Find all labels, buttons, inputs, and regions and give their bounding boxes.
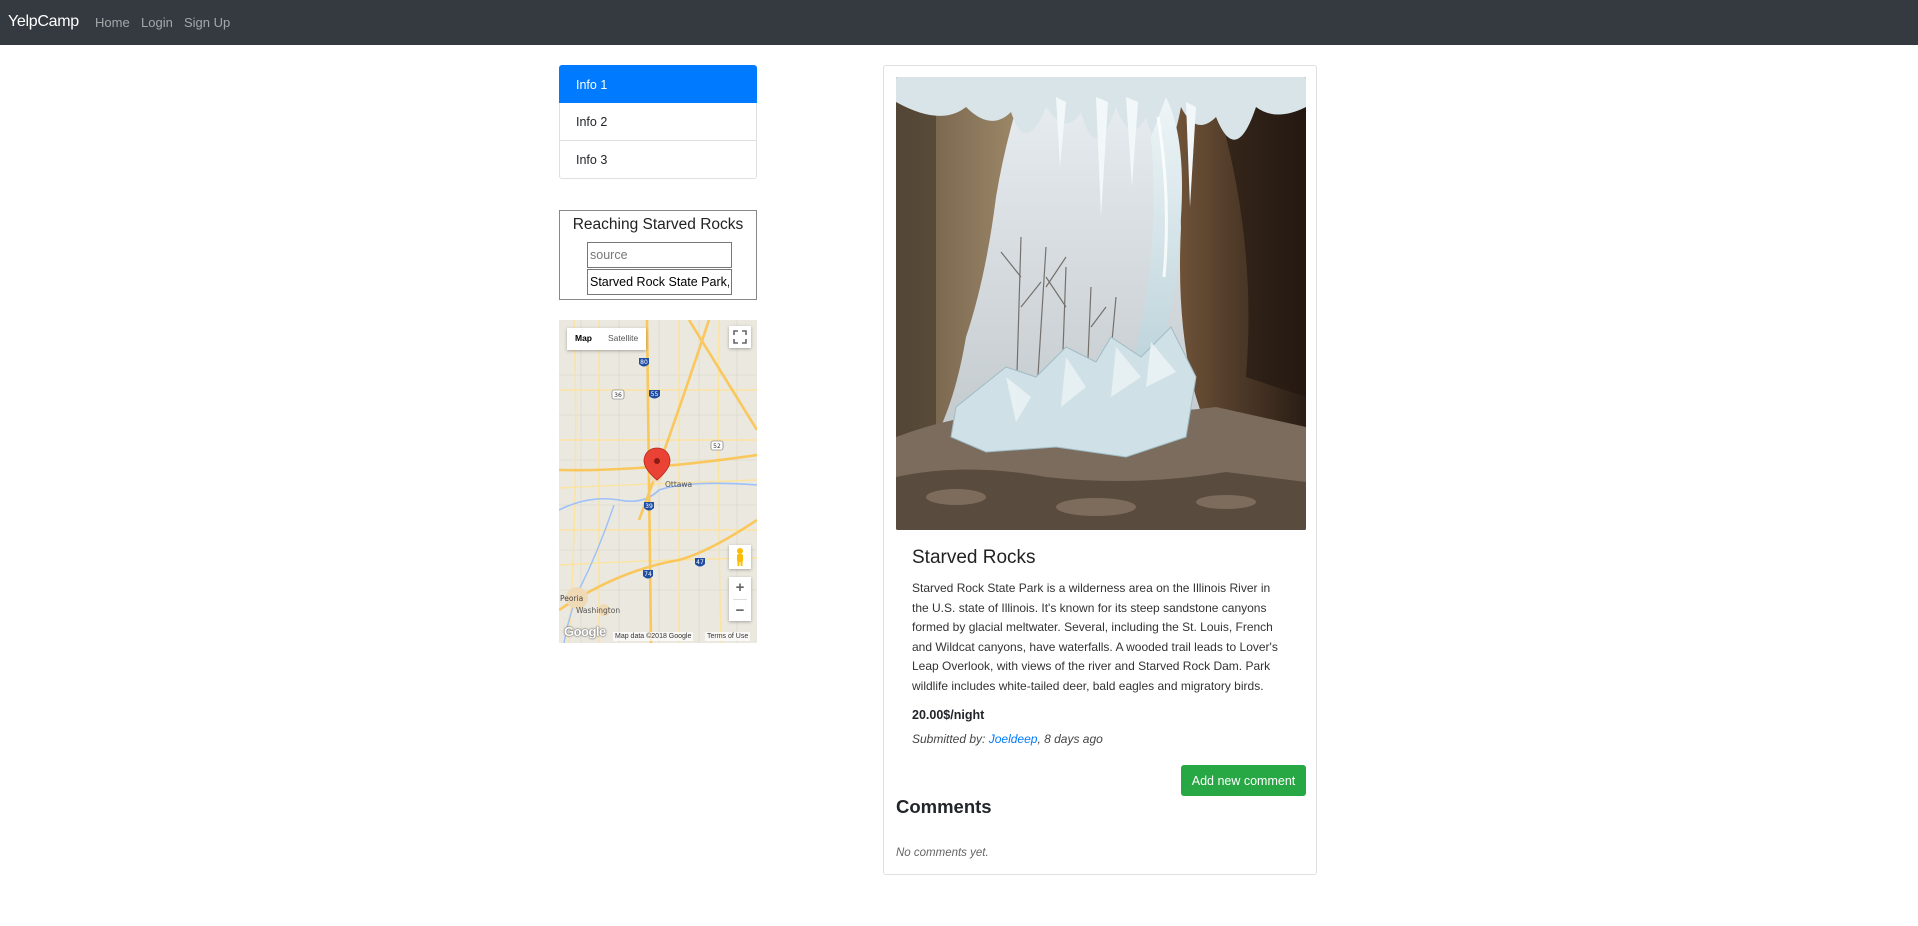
nav-signup-link[interactable]: Sign Up (184, 15, 230, 30)
directions-panel: Reaching Starved Rocks (559, 210, 757, 300)
list-item-info-2[interactable]: Info 2 (559, 103, 757, 141)
interstate-74-label: 74 (644, 571, 652, 578)
no-comments-text: No comments yet. (896, 847, 989, 859)
interstate-55-label: 55 (651, 391, 659, 398)
comments-heading: Comments (896, 796, 992, 817)
map-tiles: 36 52 55 80 39 74 47 Ottawa Peoria Washi… (559, 320, 757, 643)
route-52-label: 52 (713, 443, 721, 450)
submitted-by: Submitted by: Joeldeep, 8 days ago (912, 732, 1103, 746)
nav-login-link[interactable]: Login (141, 15, 173, 30)
fullscreen-icon[interactable] (729, 326, 751, 348)
interstate-47-label: 47 (696, 559, 704, 566)
campground-description: Starved Rock State Park is a wilderness … (912, 581, 1278, 693)
zoom-control: + − (729, 577, 751, 621)
list-item-info-1[interactable]: Info 1 (559, 65, 757, 103)
brand-logo[interactable]: YelpCamp (8, 13, 79, 31)
city-peoria-label: Peoria (560, 594, 583, 603)
destination-input[interactable] (587, 269, 732, 295)
source-input[interactable] (587, 242, 732, 268)
author-link[interactable]: Joeldeep (989, 732, 1038, 746)
campground-card: Starved Rocks Starved Rock State Park is… (883, 65, 1317, 875)
directions-title: Reaching Starved Rocks (572, 216, 744, 233)
submitted-time: , 8 days ago (1037, 732, 1103, 746)
add-comment-button[interactable]: Add new comment (1181, 765, 1306, 796)
interstate-39-label: 39 (645, 503, 653, 510)
zoom-in-button[interactable]: + (729, 577, 751, 599)
nav-home-link[interactable]: Home (95, 15, 130, 30)
zoom-out-button[interactable]: − (729, 600, 751, 622)
submitted-prefix: Submitted by: (912, 732, 986, 746)
campground-price: 20.00$/night (912, 708, 985, 722)
pegman-icon[interactable] (729, 545, 751, 569)
map-type-satellite-button[interactable]: Satellite (600, 328, 646, 350)
map-type-control: Map Satellite (567, 328, 647, 350)
map-type-map-button[interactable]: Map (567, 328, 600, 350)
terms-of-use-link[interactable]: Terms of Use (705, 632, 751, 641)
map-attribution: Map data ©2018 Google (613, 632, 694, 641)
navbar: YelpCamp Home Login Sign Up (0, 0, 1918, 45)
interstate-80-label: 80 (640, 359, 648, 366)
list-item-info-3[interactable]: Info 3 (559, 141, 757, 179)
google-map[interactable]: 36 52 55 80 39 74 47 Ottawa Peoria Washi… (559, 320, 757, 643)
route-36-label: 36 (614, 392, 622, 399)
info-list-group: Info 1 Info 2 Info 3 (559, 65, 757, 179)
campground-title: Starved Rocks (912, 547, 1036, 568)
campground-image (896, 77, 1306, 530)
city-washington-label: Washington (576, 606, 620, 615)
google-logo: Google (564, 624, 606, 639)
city-ottawa-label: Ottawa (665, 480, 692, 489)
